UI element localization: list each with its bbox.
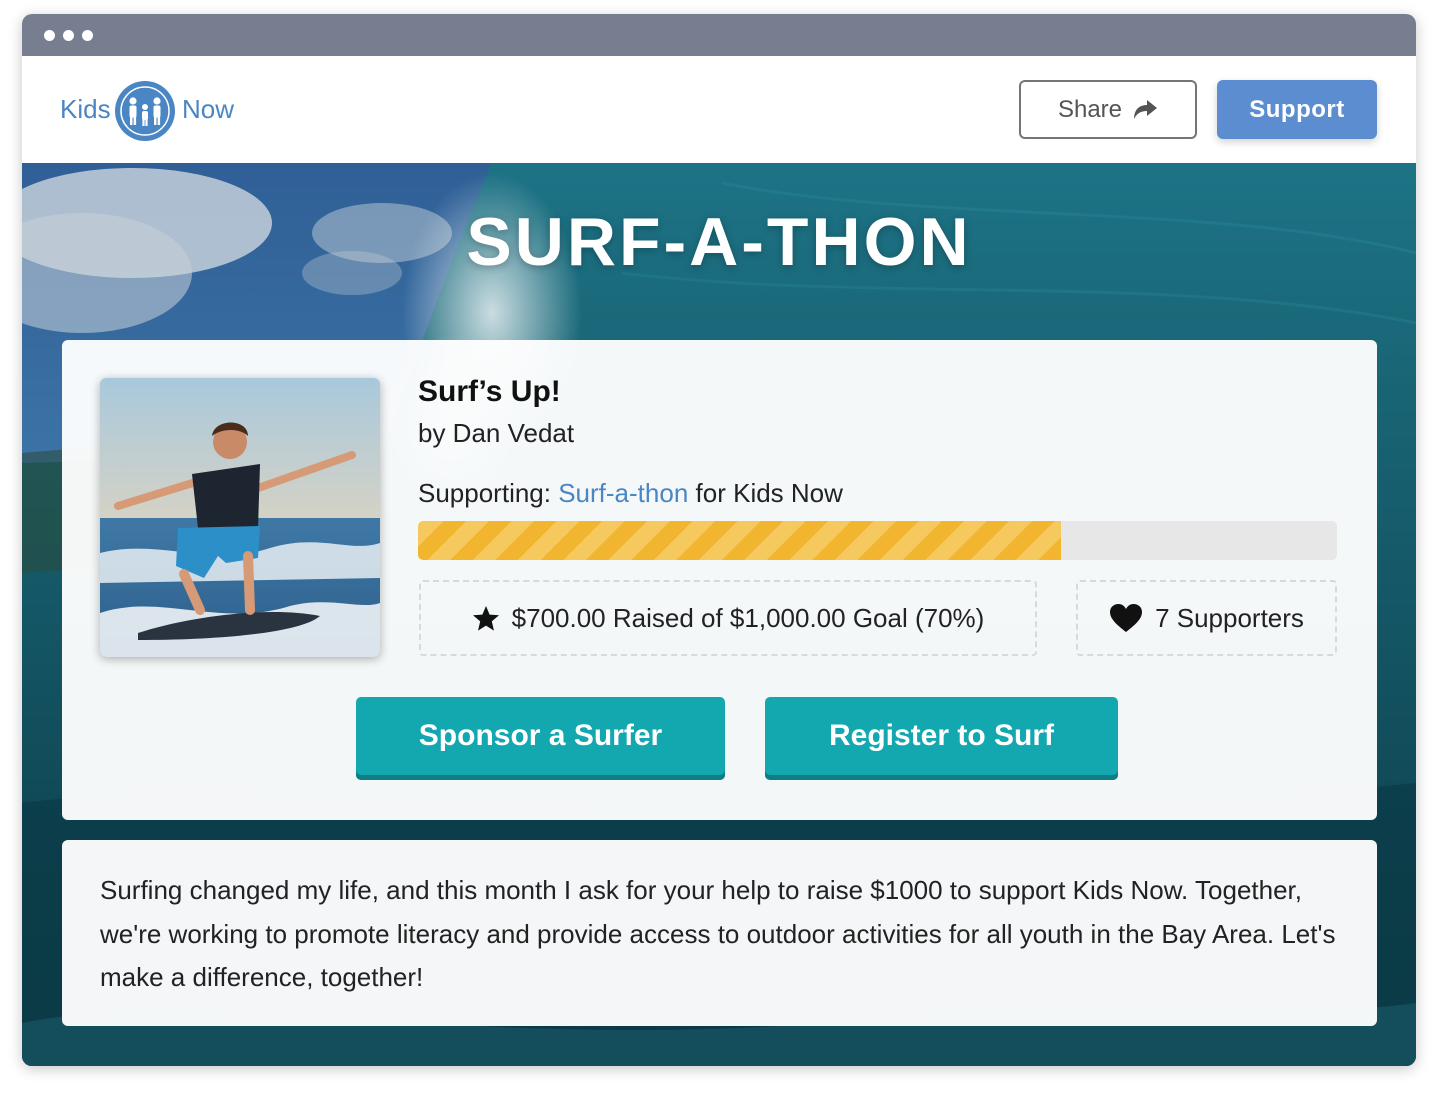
site-header: Kids Now Share Support	[22, 56, 1416, 163]
progress-fill	[418, 521, 1062, 560]
logo-text-now: Now	[182, 94, 235, 124]
register-to-surf-button[interactable]: Register to Surf	[765, 697, 1118, 780]
campaign-author: by Dan Vedat	[418, 418, 575, 448]
window-dot-icon	[44, 30, 55, 41]
browser-window: Kids Now Share Support SURF-A-THON Surf’…	[22, 14, 1416, 1066]
amount-raised-text: $700.00 Raised of $1,000.00 Goal (70%)	[511, 602, 985, 633]
supporting-suffix: for Kids Now	[695, 478, 843, 508]
page-title: SURF-A-THON	[466, 204, 972, 280]
window-dot-icon	[63, 30, 74, 41]
hero-section: SURF-A-THON Surf’s Up! by Dan Vedat Supp…	[22, 163, 1416, 1066]
supporting-line: Supporting: Surf-a-thon for Kids Now	[418, 478, 843, 509]
window-titlebar	[22, 14, 1416, 56]
share-button[interactable]: Share	[1019, 80, 1197, 139]
fundraising-progress-bar	[418, 521, 1337, 560]
supporters-stat: 7 Supporters	[1076, 580, 1337, 656]
campaign-description: Surfing changed my life, and this month …	[62, 840, 1377, 1026]
family-icon	[115, 81, 175, 141]
window-dot-icon	[82, 30, 93, 41]
support-button[interactable]: Support	[1217, 80, 1377, 139]
description-text: Surfing changed my life, and this month …	[100, 875, 1336, 992]
surf-a-thon-link[interactable]: Surf-a-thon	[558, 478, 688, 508]
amount-raised-stat: $700.00 Raised of $1,000.00 Goal (70%)	[419, 580, 1037, 656]
supporters-count-text: 7 Supporters	[1155, 602, 1304, 633]
star-icon	[472, 605, 499, 631]
share-button-label: Share	[1057, 95, 1123, 123]
campaign-card: Surf’s Up! by Dan Vedat Supporting: Surf…	[62, 340, 1377, 820]
share-arrow-icon	[1134, 99, 1158, 119]
kids-now-logo[interactable]: Kids Now	[60, 80, 260, 142]
heart-icon	[1110, 604, 1143, 632]
surfer-image	[100, 378, 380, 657]
campaign-title: Surf’s Up!	[418, 375, 561, 408]
supporting-prefix: Supporting:	[418, 478, 551, 508]
logo-text-kids: Kids	[60, 94, 111, 124]
sponsor-a-surfer-button[interactable]: Sponsor a Surfer	[356, 697, 725, 780]
boy-surfing-photo	[100, 378, 380, 657]
